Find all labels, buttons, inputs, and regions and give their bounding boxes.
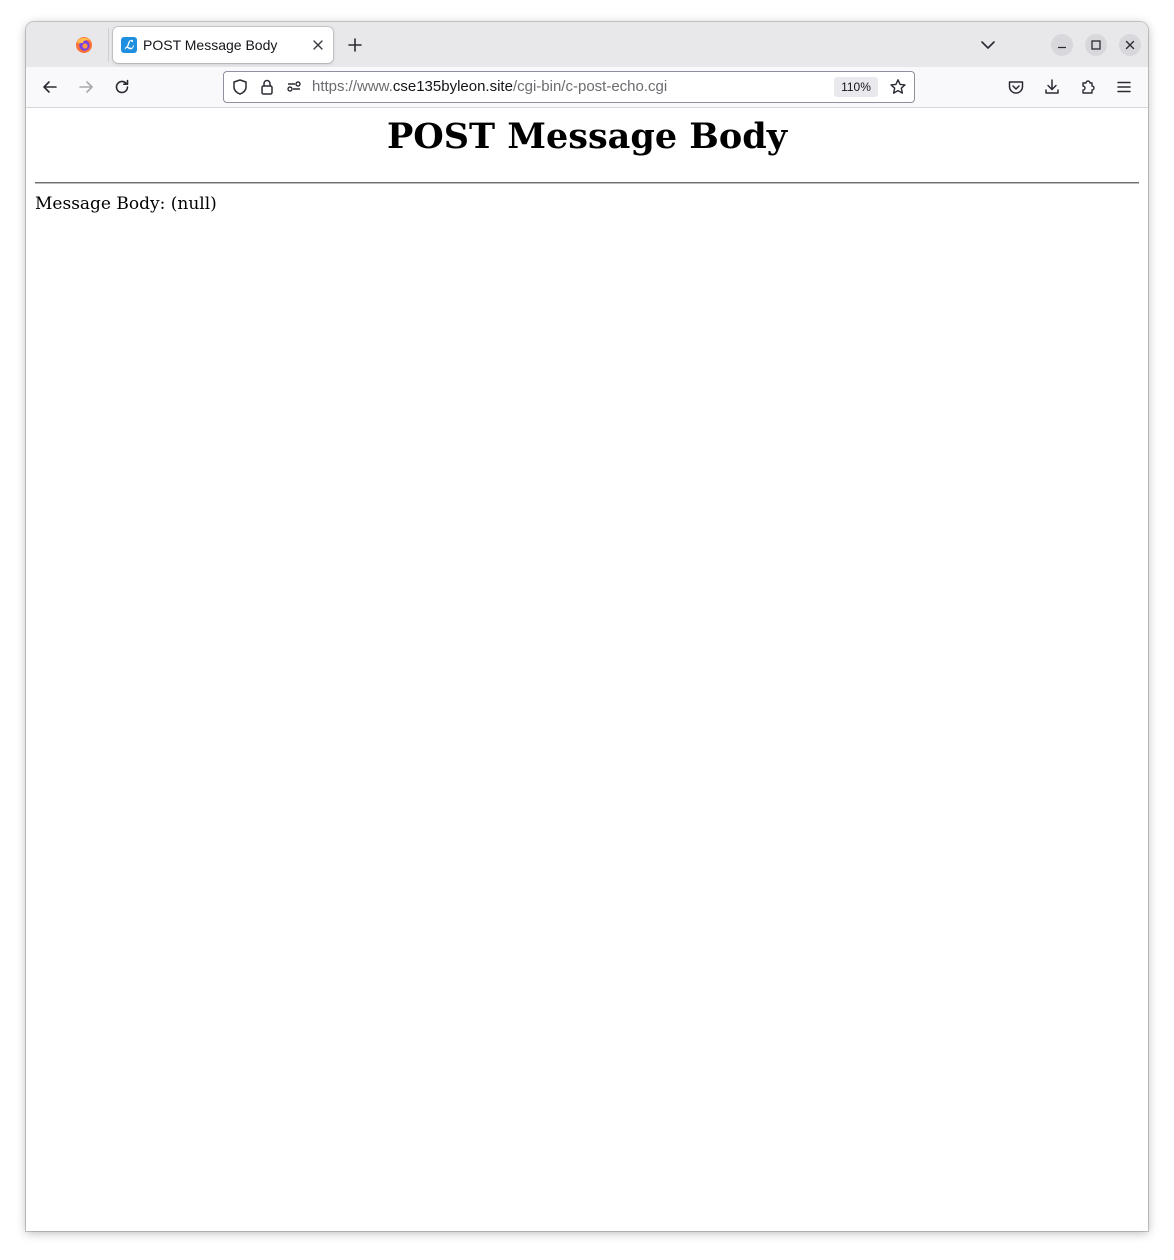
url-path: /cgi-bin/c-post-echo.cgi xyxy=(512,78,668,95)
chevron-down-icon[interactable] xyxy=(978,35,998,55)
shield-icon[interactable] xyxy=(230,77,250,97)
navigation-toolbar: https://www.cse135byleon.site/cgi-bin/c-… xyxy=(26,67,1148,108)
message-body-text: Message Body: (null) xyxy=(35,194,217,214)
url-text[interactable]: https://www.cse135byleon.site/cgi-bin/c-… xyxy=(312,72,667,102)
horizontal-rule xyxy=(35,182,1139,184)
url-prefix: https://www. xyxy=(312,78,393,95)
site-favicon-icon: ℒ xyxy=(121,37,137,53)
lock-icon[interactable] xyxy=(257,77,277,97)
page-heading: POST Message Body xyxy=(386,116,788,157)
minimize-icon[interactable] xyxy=(1051,34,1073,56)
tab-title: POST Message Body xyxy=(143,37,278,53)
plus-icon[interactable] xyxy=(345,35,365,55)
pocket-icon[interactable] xyxy=(1006,77,1026,97)
reload-icon[interactable] xyxy=(112,77,132,97)
puzzle-icon[interactable] xyxy=(1078,77,1098,97)
close-icon[interactable] xyxy=(309,36,327,54)
download-icon[interactable] xyxy=(1042,77,1062,97)
page-content: POST Message Body Message Body: (null) xyxy=(26,108,1148,1231)
permissions-icon[interactable] xyxy=(284,77,304,97)
star-icon[interactable] xyxy=(888,77,908,97)
zoom-level-button[interactable]: 110% xyxy=(834,77,878,97)
url-host: cse135byleon.site xyxy=(392,78,513,95)
tab-separator xyxy=(108,28,109,62)
browser-window: ℒ POST Message Body https://www.cse135by… xyxy=(26,22,1148,1231)
tab-active[interactable]: ℒ POST Message Body xyxy=(113,27,333,63)
hamburger-menu-icon[interactable] xyxy=(1114,77,1134,97)
close-window-icon[interactable] xyxy=(1119,34,1141,56)
tab-strip: ℒ POST Message Body xyxy=(26,22,1148,67)
maximize-icon[interactable] xyxy=(1085,34,1107,56)
forward-arrow-icon[interactable] xyxy=(76,77,96,97)
address-bar[interactable]: https://www.cse135byleon.site/cgi-bin/c-… xyxy=(223,71,915,103)
firefox-icon[interactable] xyxy=(74,35,94,55)
back-arrow-icon[interactable] xyxy=(40,77,60,97)
